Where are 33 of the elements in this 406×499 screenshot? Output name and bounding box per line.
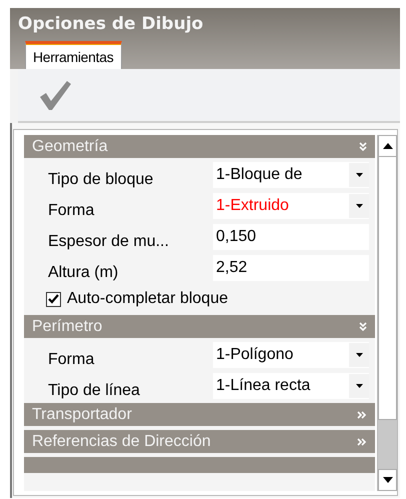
- section-title: Referencias de Dirección: [32, 432, 211, 450]
- scroll-up-icon[interactable]: [382, 143, 392, 149]
- property-label: Forma: [47, 351, 96, 369]
- dropdown-arrow-icon: [356, 173, 362, 177]
- scrollbar[interactable]: [377, 135, 397, 491]
- dropdown-field[interactable]: 1-Polígono: [213, 342, 369, 368]
- section-title: Perímetro: [32, 318, 102, 336]
- property-label: Tipo de línea: [47, 382, 141, 400]
- property-label: Altura (m): [47, 264, 120, 282]
- checkmark-icon: [38, 79, 72, 111]
- dropdown-arrow-icon: [356, 353, 362, 357]
- input-field[interactable]: 2,52: [213, 255, 369, 281]
- property-label: Forma: [47, 202, 96, 220]
- checkbox-label: Auto-completar bloque: [67, 290, 228, 308]
- section-title: Geometría: [32, 138, 108, 156]
- property-label: Tipo de bloque: [47, 171, 154, 189]
- scroll-down-icon[interactable]: [382, 477, 392, 483]
- collapse-chevron-icon[interactable]: [357, 410, 367, 418]
- checkbox[interactable]: [46, 292, 61, 306]
- collapse-chevron-icon[interactable]: [357, 438, 367, 446]
- section-title: Transportador: [32, 406, 132, 424]
- dropdown-field[interactable]: 1-Línea recta: [213, 373, 369, 399]
- property-label: Espesor de mu...: [47, 233, 170, 251]
- expand-chevron-icon[interactable]: [359, 322, 367, 332]
- window-title: Opciones de Dibujo: [18, 14, 204, 34]
- dropdown-field[interactable]: 1-Bloque de: [213, 162, 369, 188]
- tab[interactable]: Herramientas: [25, 41, 122, 69]
- dropdown-field[interactable]: 1-Extruido: [213, 193, 369, 219]
- dropdown-arrow-icon: [356, 204, 362, 208]
- input-field[interactable]: 0,150: [213, 224, 369, 250]
- dropdown-arrow-icon: [356, 384, 362, 388]
- accept-button[interactable]: [38, 79, 72, 111]
- expand-chevron-icon[interactable]: [359, 142, 367, 152]
